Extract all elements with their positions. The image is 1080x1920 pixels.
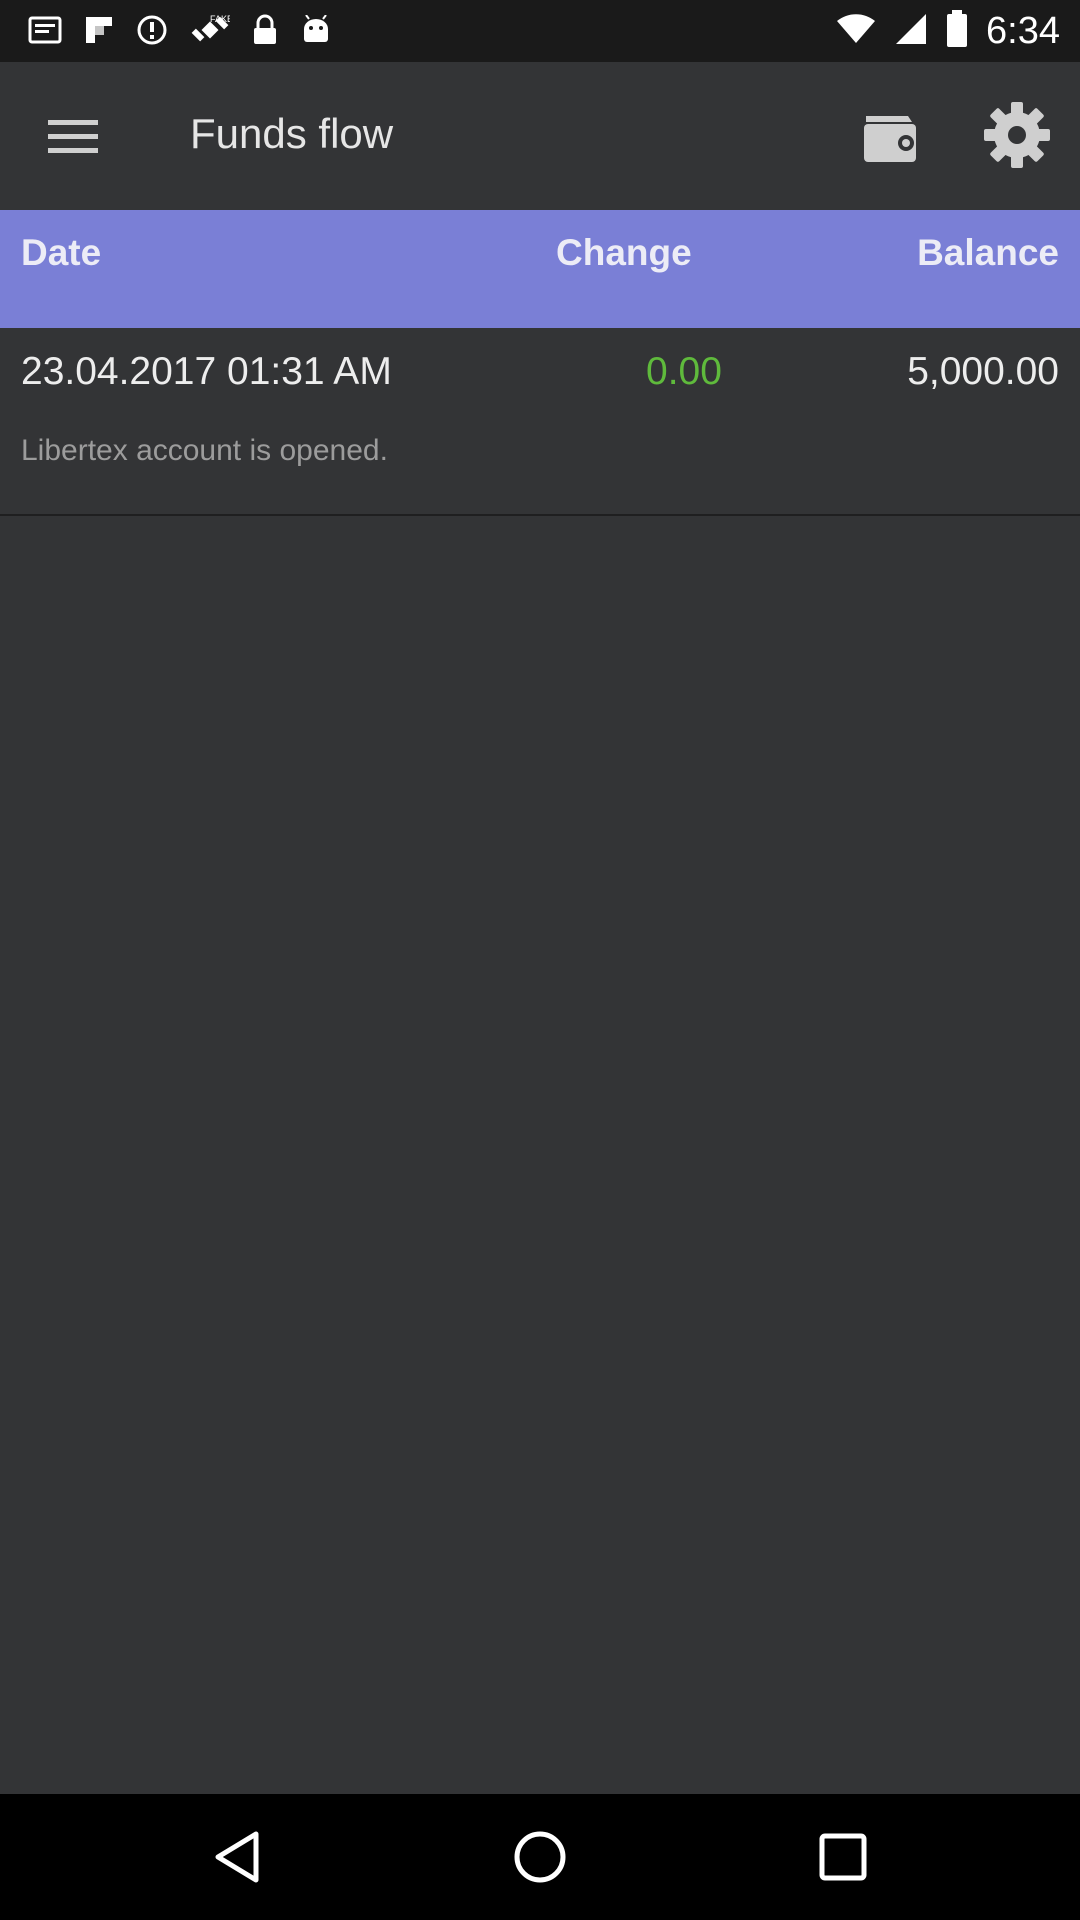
back-icon bbox=[202, 1831, 272, 1896]
android-icon bbox=[300, 13, 332, 50]
menu-button[interactable] bbox=[38, 106, 108, 166]
gear-icon bbox=[982, 102, 1052, 174]
wallet-icon bbox=[856, 116, 926, 174]
table-row[interactable]: 23.04.2017 01:31 AM 0.00 5,000.00 Libert… bbox=[0, 328, 1080, 516]
alert-icon bbox=[136, 14, 168, 51]
row-description: Libertex account is opened. bbox=[21, 434, 388, 467]
satellite-icon: FAKE bbox=[190, 12, 233, 53]
signal-icon bbox=[894, 12, 928, 51]
wifi-icon bbox=[836, 13, 876, 50]
wallet-button[interactable] bbox=[856, 100, 926, 170]
home-button[interactable] bbox=[505, 1822, 575, 1892]
column-header-date: Date bbox=[21, 232, 102, 273]
recents-button[interactable] bbox=[808, 1822, 878, 1892]
row-date: 23.04.2017 01:31 AM bbox=[21, 350, 392, 393]
page-title: Funds flow bbox=[190, 110, 394, 157]
notification-icon bbox=[28, 15, 62, 50]
column-header-change: Change bbox=[556, 232, 692, 273]
row-change: 0.00 bbox=[646, 350, 722, 393]
recents-icon bbox=[808, 1833, 878, 1896]
funds-flow-screen: FAKE 6:34 bbox=[0, 0, 1080, 1920]
home-icon bbox=[505, 1831, 575, 1896]
svg-text:FAKE: FAKE bbox=[210, 14, 230, 24]
status-left-icons: FAKE bbox=[28, 12, 332, 52]
settings-button[interactable] bbox=[982, 100, 1052, 170]
status-right-icons: 6:34 bbox=[836, 8, 1060, 54]
menu-icon bbox=[38, 120, 108, 170]
status-bar: FAKE 6:34 bbox=[0, 0, 1080, 62]
back-button[interactable] bbox=[202, 1822, 272, 1892]
column-header-balance: Balance bbox=[917, 232, 1059, 273]
navigation-bar bbox=[0, 1794, 1080, 1920]
app-bar: Funds flow bbox=[0, 62, 1080, 210]
lock-icon bbox=[252, 14, 278, 51]
status-time: 6:34 bbox=[986, 9, 1060, 52]
flipboard-icon bbox=[84, 15, 114, 50]
row-balance: 5,000.00 bbox=[907, 350, 1059, 393]
table-header: Date Change Balance bbox=[0, 210, 1080, 328]
battery-icon bbox=[946, 9, 968, 53]
